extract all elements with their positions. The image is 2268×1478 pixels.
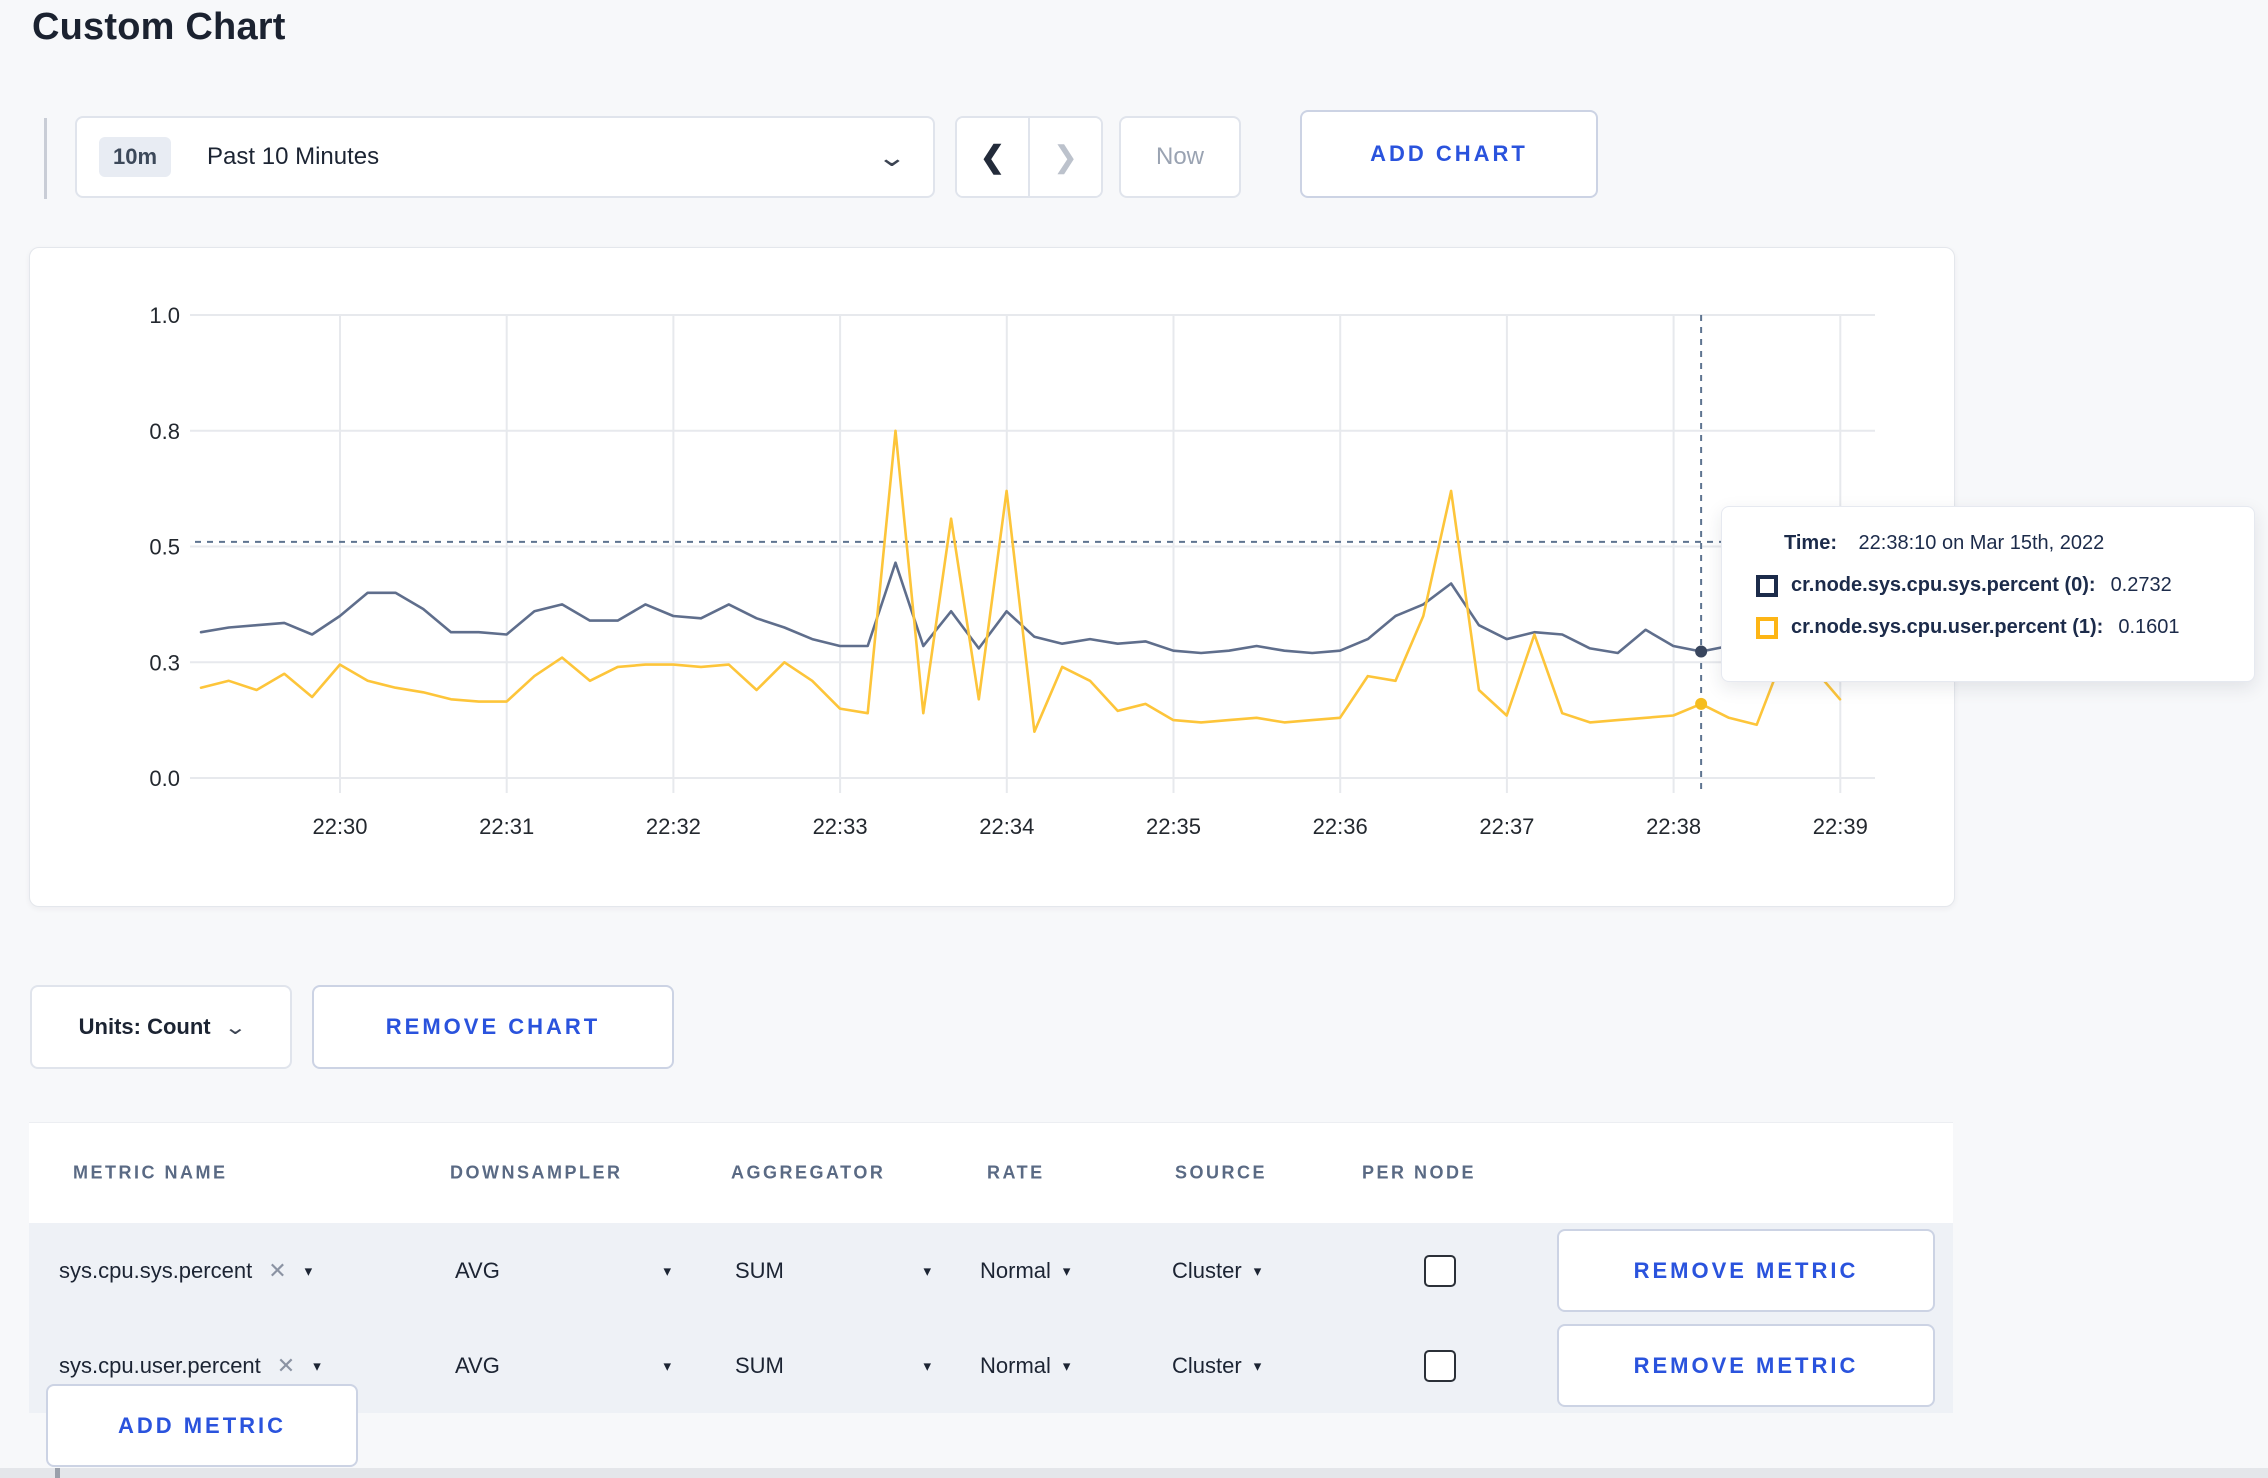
source-select[interactable]: Cluster ▾ bbox=[1172, 1353, 1261, 1379]
units-dropdown[interactable]: Units: Count ⌄ bbox=[30, 985, 292, 1069]
chart-card: 0.0 0.3 0.5 0.8 1.0 22:30 22:31 22:32 22:33 22:34… bbox=[29, 247, 1955, 907]
bottom-divider bbox=[0, 1468, 2268, 1478]
downsampler-select[interactable]: AVG ▾ bbox=[455, 1353, 671, 1379]
metric-name-select[interactable]: sys.cpu.user.percent ✕ ▾ bbox=[59, 1353, 321, 1379]
x-tick-label: 22:37 bbox=[1479, 814, 1534, 839]
x-tick-label: 22:34 bbox=[979, 814, 1034, 839]
time-range-dropdown[interactable]: 10m Past 10 Minutes ⌄ bbox=[75, 116, 935, 198]
remove-metric-button[interactable]: REMOVE METRIC bbox=[1557, 1324, 1935, 1407]
x-tick-label: 22:35 bbox=[1146, 814, 1201, 839]
timeseries-chart[interactable]: 0.0 0.3 0.5 0.8 1.0 22:30 22:31 22:32 22:33 22:34… bbox=[30, 248, 1954, 906]
aggregator-value: SUM bbox=[735, 1352, 784, 1378]
metrics-table-header: METRIC NAME DOWNSAMPLER AGGREGATOR RATE … bbox=[29, 1122, 1953, 1223]
column-header-downsampler: DOWNSAMPLER bbox=[450, 1162, 623, 1183]
time-range-badge: 10m bbox=[99, 137, 172, 177]
caret-down-icon: ▾ bbox=[1253, 1357, 1262, 1375]
metric-name-select[interactable]: sys.cpu.sys.percent ✕ ▾ bbox=[59, 1258, 312, 1284]
aggregator-select[interactable]: SUM ▾ bbox=[735, 1258, 931, 1284]
column-header-rate: RATE bbox=[987, 1162, 1045, 1183]
x-tick-label: 22:36 bbox=[1313, 814, 1368, 839]
sys-hover-dot bbox=[1695, 645, 1708, 658]
sys-series-legend-icon bbox=[1756, 574, 1778, 597]
y-tick-label: 0.5 bbox=[149, 535, 180, 560]
aggregator-select[interactable]: SUM ▾ bbox=[735, 1353, 931, 1379]
add-metric-button[interactable]: ADD METRIC bbox=[46, 1384, 358, 1467]
caret-down-icon: ▾ bbox=[1253, 1262, 1262, 1280]
x-tick-label: 22:31 bbox=[479, 814, 534, 839]
aggregator-value: SUM bbox=[735, 1257, 784, 1283]
column-header-source: SOURCE bbox=[1175, 1162, 1268, 1183]
rate-select[interactable]: Normal ▾ bbox=[980, 1258, 1070, 1284]
per-node-cell bbox=[1424, 1349, 1456, 1382]
caret-down-icon: ▾ bbox=[923, 1357, 931, 1375]
time-pager: ❮ ❯ bbox=[955, 116, 1103, 198]
toolbar-accent-line bbox=[44, 118, 47, 199]
clear-metric-icon[interactable]: ✕ bbox=[268, 1258, 286, 1284]
now-button[interactable]: Now bbox=[1119, 116, 1241, 198]
remove-chart-button[interactable]: REMOVE CHART bbox=[312, 985, 674, 1069]
rate-value: Normal bbox=[980, 1257, 1051, 1283]
table-row: sys.cpu.sys.percent ✕ ▾ AVG ▾ SUM ▾ Norm… bbox=[29, 1223, 1953, 1318]
tooltip-time-value: 22:38:10 on Mar 15th, 2022 bbox=[1858, 532, 2105, 554]
tooltip-time: Time: 22:38:10 on Mar 15th, 2022 bbox=[1784, 532, 2230, 555]
caret-down-icon: ▾ bbox=[923, 1262, 931, 1280]
rate-value: Normal bbox=[980, 1352, 1051, 1378]
custom-chart-page: Custom Chart 10m Past 10 Minutes ⌄ ❮ ❯ N… bbox=[0, 0, 2268, 1478]
source-value: Cluster bbox=[1172, 1352, 1242, 1378]
x-tick-label: 22:30 bbox=[312, 814, 367, 839]
y-tick-label: 0.0 bbox=[149, 766, 180, 791]
time-range-label: Past 10 Minutes bbox=[207, 143, 380, 170]
prev-time-button[interactable]: ❮ bbox=[957, 118, 1030, 196]
tooltip-series-row: cr.node.sys.cpu.user.percent (1): 0.1601 bbox=[1756, 616, 2230, 639]
y-tick-label: 1.0 bbox=[149, 303, 180, 328]
scrollbar-fragment bbox=[55, 1468, 60, 1478]
source-select[interactable]: Cluster ▾ bbox=[1172, 1258, 1261, 1284]
remove-metric-button[interactable]: REMOVE METRIC bbox=[1557, 1229, 1935, 1312]
caret-down-icon: ▾ bbox=[663, 1262, 671, 1280]
caret-down-icon: ▾ bbox=[663, 1357, 671, 1375]
metrics-table: METRIC NAME DOWNSAMPLER AGGREGATOR RATE … bbox=[29, 1122, 1953, 1413]
per-node-cell bbox=[1424, 1254, 1456, 1287]
downsampler-value: AVG bbox=[455, 1352, 500, 1378]
caret-down-icon: ▾ bbox=[1062, 1357, 1071, 1375]
caret-down-icon: ▾ bbox=[1062, 1262, 1071, 1280]
x-tick-label: 22:38 bbox=[1646, 814, 1701, 839]
user-hover-dot bbox=[1695, 697, 1708, 710]
metric-name-value: sys.cpu.sys.percent bbox=[59, 1257, 253, 1283]
chevron-down-icon: ⌄ bbox=[223, 1016, 247, 1039]
tooltip-series-value: 0.2732 bbox=[2110, 574, 2172, 596]
page-title: Custom Chart bbox=[32, 6, 286, 48]
downsampler-select[interactable]: AVG ▾ bbox=[455, 1258, 671, 1284]
y-tick-label: 0.8 bbox=[149, 419, 180, 444]
add-chart-button[interactable]: ADD CHART bbox=[1300, 110, 1598, 198]
chevron-down-icon: ⌄ bbox=[876, 141, 908, 172]
source-value: Cluster bbox=[1172, 1257, 1242, 1283]
tooltip-time-label: Time: bbox=[1784, 532, 1837, 554]
x-tick-label: 22:32 bbox=[646, 814, 701, 839]
downsampler-value: AVG bbox=[455, 1257, 500, 1283]
rate-select[interactable]: Normal ▾ bbox=[980, 1353, 1070, 1379]
x-tick-label: 22:39 bbox=[1813, 814, 1868, 839]
caret-down-icon: ▾ bbox=[304, 1262, 313, 1280]
metric-name-value: sys.cpu.user.percent bbox=[59, 1352, 261, 1378]
column-header-aggregator: AGGREGATOR bbox=[731, 1162, 886, 1183]
y-tick-label: 0.3 bbox=[149, 650, 180, 675]
tooltip-series-label: cr.node.sys.cpu.sys.percent (0): bbox=[1791, 574, 2096, 596]
user-series-line bbox=[199, 429, 1842, 734]
per-node-checkbox[interactable] bbox=[1424, 1349, 1456, 1382]
tooltip-series-row: cr.node.sys.cpu.sys.percent (0): 0.2732 bbox=[1756, 574, 2230, 597]
tooltip-series-value: 0.1601 bbox=[2118, 616, 2180, 638]
x-tick-label: 22:33 bbox=[813, 814, 868, 839]
clear-metric-icon[interactable]: ✕ bbox=[277, 1353, 295, 1379]
units-label: Units: Count bbox=[78, 1014, 211, 1039]
column-header-metric-name: METRIC NAME bbox=[73, 1162, 228, 1183]
tooltip-series-label: cr.node.sys.cpu.user.percent (1): bbox=[1791, 616, 2104, 638]
user-series-legend-icon bbox=[1756, 616, 1778, 639]
chart-tooltip: Time: 22:38:10 on Mar 15th, 2022 cr.node… bbox=[1721, 506, 2255, 682]
per-node-checkbox[interactable] bbox=[1424, 1254, 1456, 1287]
caret-down-icon: ▾ bbox=[313, 1357, 321, 1375]
column-header-per-node: PER NODE bbox=[1362, 1162, 1477, 1183]
next-time-button[interactable]: ❯ bbox=[1030, 118, 1101, 196]
